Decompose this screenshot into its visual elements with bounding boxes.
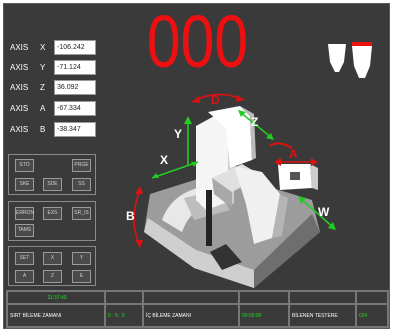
axis-d-label: D [211,93,220,107]
tool-red-tipped-icon[interactable] [352,42,372,78]
prge-button[interactable]: PRGE [72,159,91,172]
axis-x-row: AXIS X -106.242 [10,39,96,55]
status-cell-empty [105,291,143,304]
x-button[interactable]: X [43,252,62,265]
axis-y-row: AXIS Y -71.124 [10,59,96,75]
e-button[interactable]: E [72,270,91,283]
control-button-group-2: ERRON EXS SR_IS TAMS [8,201,96,241]
inner-sharpening-time-value: 00:00:00 [239,304,289,327]
tool-status-icons [328,42,372,78]
sharpened-saw-count: 024 [356,304,388,327]
hmi-screen: 000 AXIS X -106.242 AXIS Y -71.124 AXIS … [3,3,390,329]
axis-label: AXIS [10,124,29,134]
sr-is-button[interactable]: SR_IS [72,207,91,220]
axis-label: AXIS [10,82,29,92]
ss-button[interactable]: SS [72,178,91,191]
axis-a-label: A [289,147,298,161]
sde-button[interactable]: SDE [43,178,62,191]
inner-sharpening-time-label: İÇ BİLEME ZAMANI [143,304,239,327]
axis-z-row: AXIS Z 36.092 [10,79,96,95]
axis-letter: Z [40,82,45,92]
status-bar: 11:37:40 SIRT BİLEME ZAMANI 0 : 5 : 0 İÇ… [6,290,389,328]
axis-z-value: 36.092 [54,79,96,95]
axis-y-label: Y [174,127,182,141]
axis-b-value: -38.347 [54,121,96,137]
status-cell-empty [356,291,388,304]
robot-arm-icon: X Y Z D A B W [126,93,336,288]
axis-d-arrow: D [191,93,245,107]
axis-x-arrow: X [151,153,199,179]
axis-letter: A [40,103,46,113]
exs-button[interactable]: EXS [43,207,62,220]
a-button[interactable]: A [15,270,34,283]
set-button[interactable]: SET [15,252,34,265]
axis-label: AXIS [10,62,29,72]
sirt-sharpening-time-label: SIRT BİLEME ZAMANI [7,304,105,327]
status-cell-empty [289,291,356,304]
tool-white-icon[interactable] [328,44,346,72]
status-cell-empty [239,291,289,304]
status-cell-empty [143,291,239,304]
axis-b-row: AXIS B -38.347 [10,121,96,137]
axis-letter: Y [40,62,46,72]
axis-x-label: X [160,153,168,167]
axis-letter: X [40,42,46,52]
z-button[interactable]: Z [43,270,62,283]
control-button-group-3: SET X Y A Z E [8,246,96,286]
axis-z-label: Z [251,115,258,129]
axis-b-label: B [126,209,135,223]
sirt-sharpening-time-value: 0 : 5 : 0 [105,304,143,327]
axis-a-row: AXIS A -67.334 [10,100,96,116]
clock: 11:37:40 [7,291,105,304]
axis-w-label: W [318,205,330,219]
axis-a-value: -67.334 [54,100,96,116]
axis-label: AXIS [10,103,29,113]
erron-button[interactable]: ERRON [15,207,34,220]
tams-button[interactable]: TAMS [15,224,34,237]
axis-x-value: -106.242 [54,39,96,55]
y-button[interactable]: Y [72,252,91,265]
axis-b-arrow: B [126,186,143,248]
control-button-group-1: STO PRGE SKE SDE SS [8,154,96,195]
sharpened-saw-label: BİLENEN TESTERE [289,304,356,327]
axis-label: AXIS [10,42,29,52]
axis-a-arrow: A [274,147,318,166]
axis-y-value: -71.124 [54,59,96,75]
ske-button[interactable]: SKE [15,178,34,191]
sto-button[interactable]: STO [15,159,34,172]
axis-letter: B [40,124,46,134]
axis-y-arrow: Y [174,116,192,166]
